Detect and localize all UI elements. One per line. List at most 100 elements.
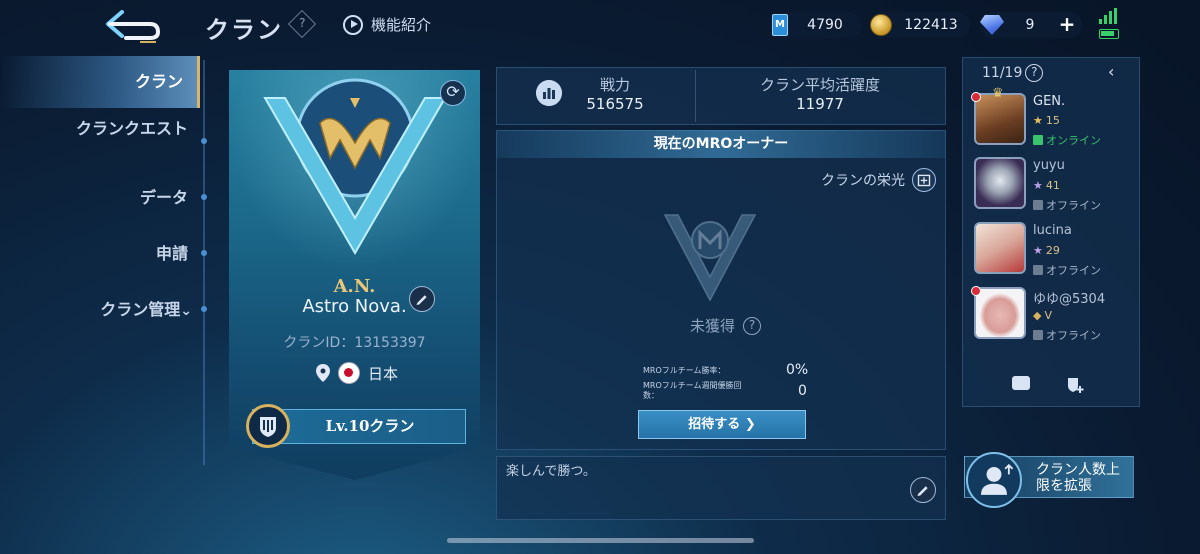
member-count: 11/19 ? [982,64,1044,82]
nav-divider [203,60,205,465]
expand-capacity-label: クラン人数上 限を拡張 [1036,462,1120,494]
member-upgrade-icon [966,452,1022,508]
chat-icon[interactable] [1012,376,1030,390]
gem-currency: 9 + [980,12,1082,38]
rank-badge-icon: ◆ [1033,309,1042,322]
home-indicator[interactable] [447,538,754,543]
member-status: オフライン [1033,197,1101,213]
clan-name: Astro Nova. [302,296,407,317]
feature-intro-label: 機能紹介 [371,16,432,34]
notification-dot [971,92,981,102]
nav-data[interactable]: データ [0,184,200,208]
clan-region: 日本 [316,362,398,384]
member-status: オフライン [1033,327,1101,343]
status-check-icon [1033,135,1043,145]
nav-marker [201,306,207,312]
status-check-icon [1033,265,1043,275]
refresh-emblem-button[interactable]: ⟳ [440,80,466,106]
back-arrow-icon[interactable] [100,8,164,44]
location-pin-icon [316,364,330,382]
rank-star-icon: ★ [1033,244,1043,257]
power-label: 戦力 [599,76,630,94]
japan-flag-icon [338,362,360,384]
chevron-right-icon: ❯ [744,417,756,432]
mro-status: 未獲得 ? [690,315,762,336]
nav-data-label: データ [139,188,188,207]
member-rank: ◆ V [1033,309,1052,322]
page-title: クラン [205,16,283,44]
ticket-icon: M [772,14,788,36]
diamond-icon [980,15,1004,35]
nav-clan-quest[interactable]: クランクエスト [0,120,200,138]
region-label: 日本 [368,364,399,383]
battery-icon [1099,29,1119,39]
mro-emblem-icon [663,214,757,302]
weekly-wins-label: MROフルチーム週間優勝回数： [643,381,742,400]
member-rank: ★ 15 [1033,114,1060,127]
status-check-icon [1033,330,1043,340]
rank-star-icon: ★ [1033,114,1043,127]
crown-icon: ♛ [992,86,1004,101]
collapse-panel-button[interactable]: ‹ [1108,62,1114,81]
invite-label: 招待する [688,417,741,432]
status-check-icon [1033,200,1043,210]
nav-marker [201,250,207,256]
clan-tag: A.N. [333,276,376,297]
member-status: オフライン [1033,262,1101,278]
nav-applications[interactable]: 申請 [0,240,200,264]
ticket-currency: M 4790 [770,12,862,38]
nav-clan-label: クラン [134,72,183,91]
member-avatar[interactable] [974,222,1026,274]
help-icon[interactable]: ? [287,9,317,39]
mro-header: 現在のMROオーナー [496,130,946,158]
nav-applications-label: 申請 [155,244,188,263]
help-icon[interactable]: ? [743,316,762,335]
shield-icon [246,404,290,448]
activity-value: 11977 [796,95,844,113]
member-name: yuyu [1033,158,1065,173]
nav-marker [201,194,207,200]
member-name: ゆゆ@5304 [1033,292,1106,307]
nav-clan-quest-label: クランクエスト [75,119,188,138]
weekly-wins-value: 0 [798,383,807,399]
power-value: 516575 [586,95,644,113]
mro-status-label: 未獲得 [690,317,736,335]
member-avatar[interactable] [974,287,1026,339]
nav-clan-manage-label: クラン管理 [100,300,181,319]
clan-motto: 楽しんで勝つ。 [506,464,596,479]
notification-dot [971,286,981,296]
invite-button[interactable]: 招待する ❯ [638,410,806,439]
member-count-value: 11/19 [982,65,1023,81]
rank-star-icon: ★ [1033,179,1043,192]
win-rate-value: 0% [786,362,809,378]
activity-label: クラン平均活躍度 [759,76,880,94]
nav-clan[interactable]: クラン [0,56,200,108]
chevron-down-icon: ⌄ [180,303,192,319]
gem-count: 9 [1025,17,1035,33]
gold-count: 122413 [904,17,958,33]
member-name: GEN. [1033,94,1066,109]
play-icon [343,14,363,35]
edit-motto-button[interactable] [910,477,936,503]
signal-icon [1099,8,1117,24]
member-rank: ★ 41 [1033,179,1060,192]
nav-marker [201,138,207,144]
feature-intro-button[interactable]: 機能紹介 [343,14,431,35]
clan-glory-label: クランの栄光 [821,173,905,189]
add-member-icon[interactable] [1066,376,1084,394]
member-name: lucina [1033,223,1072,238]
stats-divider [695,70,696,122]
ticket-count: 4790 [807,17,843,33]
win-rate-label: MROフルチーム勝率： [643,366,726,375]
bar-chart-icon[interactable] [536,80,562,106]
clan-glory-button[interactable] [912,168,936,192]
nav-clan-manage[interactable]: クラン管理⌄ [0,296,200,320]
member-avatar[interactable] [974,157,1026,209]
clan-id: クランID：13153397 [283,335,426,351]
help-icon[interactable]: ? [1025,64,1044,82]
gold-coin-icon [870,14,892,36]
add-gems-button[interactable]: + [1056,14,1078,36]
edit-name-button[interactable] [409,286,435,312]
member-rank: ★ 29 [1033,244,1060,257]
gold-currency: 122413 [870,12,970,38]
